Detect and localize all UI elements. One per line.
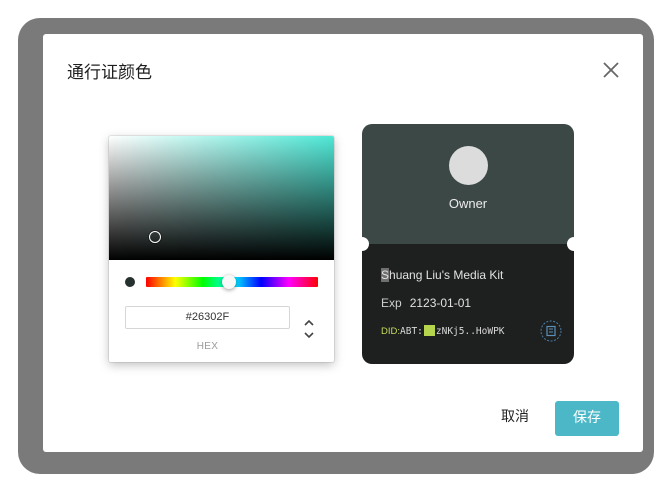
close-button[interactable] — [601, 60, 621, 80]
color-picker: #26302F HEX — [109, 136, 334, 362]
expiry-date: 2123-01-01 — [409, 296, 472, 310]
seal-icon — [540, 320, 562, 342]
expiry-row: Exp 2123-01-01 — [381, 296, 471, 310]
current-color-swatch — [125, 277, 135, 287]
dialog-title: 通行证颜色 — [67, 63, 152, 83]
ticket-notch-right — [567, 237, 574, 251]
did-avatar-icon — [423, 325, 435, 336]
pass-preview-card: Owner Shuang Liu's Media Kit Exp 2123-01-… — [362, 124, 574, 364]
chevron-up-down-icon — [304, 319, 314, 339]
avatar — [449, 146, 488, 185]
hex-mode-label: HEX — [196, 341, 219, 352]
pass-card-top: Owner — [362, 124, 574, 244]
pass-color-dialog: 通行证颜色 #26302F HEX Owner Shuang Liu's Med… — [43, 34, 643, 452]
did-address: DID:ABT: zNKj5..HoWPK — [381, 325, 505, 337]
saturation-area[interactable] — [109, 136, 334, 260]
cancel-button[interactable]: 取消 — [491, 400, 539, 434]
hue-slider-handle[interactable] — [222, 275, 236, 289]
expiry-label: Exp — [381, 296, 402, 310]
close-icon — [603, 62, 619, 78]
save-button[interactable]: 保存 — [555, 401, 619, 436]
owner-label: Owner — [448, 196, 488, 211]
saturation-cursor[interactable] — [149, 231, 161, 243]
color-mode-toggle[interactable] — [303, 318, 315, 340]
hex-input[interactable]: #26302F — [125, 306, 290, 329]
media-kit-name: Shuang Liu's Media Kit — [381, 268, 504, 282]
